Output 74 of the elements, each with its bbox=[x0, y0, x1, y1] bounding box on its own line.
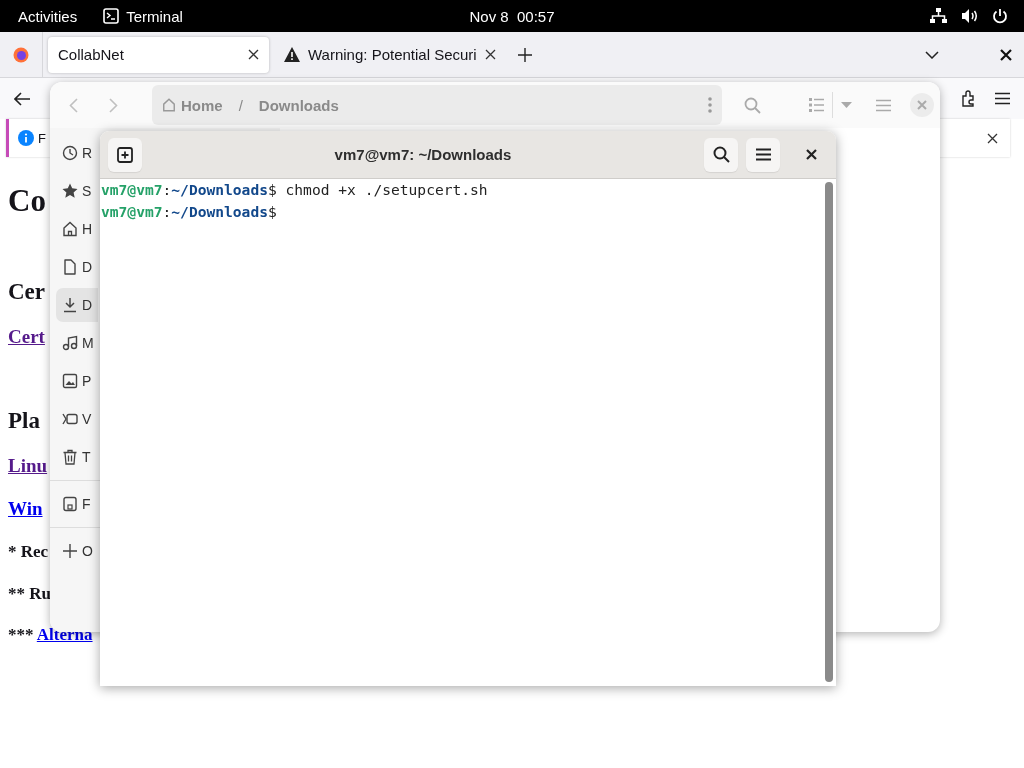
picture-icon bbox=[62, 373, 78, 389]
note-marker: *** bbox=[8, 625, 34, 644]
music-icon bbox=[62, 335, 78, 351]
prompt-sign: $ bbox=[267, 180, 277, 200]
prompt-sign: $ bbox=[267, 202, 277, 222]
terminal-icon[interactable] bbox=[103, 8, 120, 24]
info-icon bbox=[18, 130, 34, 146]
page-heading: Co bbox=[8, 182, 46, 220]
sidebar-item[interactable]: S bbox=[56, 174, 98, 208]
clock-icon bbox=[62, 145, 78, 161]
close-icon bbox=[805, 149, 817, 160]
browser-tab[interactable]: CollabNet bbox=[48, 36, 269, 73]
video-icon bbox=[62, 411, 78, 427]
volume-icon[interactable] bbox=[961, 8, 978, 24]
download-link[interactable]: Win bbox=[8, 498, 43, 519]
prompt-path: ~/Downloads bbox=[171, 180, 268, 200]
close-icon[interactable] bbox=[1000, 48, 1012, 61]
note-text: * Rec bbox=[8, 541, 49, 563]
close-icon[interactable] bbox=[484, 49, 496, 60]
command-text: chmod +x ./setupcert.sh bbox=[284, 180, 488, 200]
sidebar-item[interactable]: O bbox=[56, 534, 98, 568]
power-icon[interactable] bbox=[992, 8, 1008, 24]
breadcrumb-separator: / bbox=[238, 96, 243, 114]
document-icon bbox=[62, 259, 78, 275]
prompt-colon: : bbox=[162, 202, 172, 222]
download-link[interactable]: Alterna bbox=[36, 625, 93, 644]
browser-logo-icon[interactable] bbox=[13, 46, 29, 63]
search-icon bbox=[712, 146, 730, 163]
sidebar-item[interactable]: H bbox=[56, 212, 98, 246]
warning-icon bbox=[284, 47, 300, 62]
network-icon[interactable] bbox=[930, 8, 947, 24]
star-icon bbox=[62, 183, 78, 199]
new-tab-icon[interactable] bbox=[517, 47, 532, 62]
back-arrow-icon[interactable] bbox=[14, 91, 31, 106]
home-icon bbox=[162, 98, 176, 112]
notification-text: F bbox=[38, 130, 46, 146]
section-heading: Pla bbox=[8, 407, 40, 435]
window-title: vm7@vm7: ~/Downloads bbox=[333, 146, 513, 163]
new-tab-button[interactable] bbox=[108, 137, 142, 172]
close-icon[interactable] bbox=[987, 132, 998, 144]
sidebar-item[interactable]: D bbox=[56, 250, 98, 284]
plus-box-icon bbox=[117, 146, 133, 163]
prompt-colon: : bbox=[162, 180, 172, 200]
prompt-user: vm7@vm7 bbox=[101, 180, 163, 200]
sidebar-item[interactable]: F bbox=[56, 487, 98, 521]
extensions-icon[interactable] bbox=[960, 90, 977, 107]
close-icon[interactable] bbox=[248, 49, 259, 60]
drive-icon bbox=[62, 496, 78, 512]
search-button[interactable] bbox=[704, 137, 738, 172]
scrollbar[interactable] bbox=[825, 182, 833, 682]
menu-icon[interactable] bbox=[995, 92, 1010, 105]
activities-button[interactable]: Activities bbox=[18, 7, 78, 25]
download-icon bbox=[62, 297, 78, 313]
menu-icon bbox=[755, 148, 771, 161]
trash-icon bbox=[62, 449, 78, 465]
sidebar-item[interactable]: P bbox=[56, 364, 98, 398]
menu-button[interactable] bbox=[746, 137, 780, 172]
clock[interactable]: Nov 8 00:57 bbox=[469, 7, 555, 25]
sidebar-item[interactable]: R bbox=[56, 136, 98, 170]
download-link[interactable]: Cert bbox=[8, 326, 45, 347]
sidebar-item[interactable]: D bbox=[56, 288, 98, 322]
app-menu-label[interactable]: Terminal bbox=[126, 7, 183, 25]
sidebar-item[interactable]: T bbox=[56, 440, 98, 474]
sidebar-item[interactable]: M bbox=[56, 326, 98, 360]
prompt-path: ~/Downloads bbox=[171, 202, 268, 222]
download-link[interactable]: Linu bbox=[8, 455, 48, 476]
chevron-down-icon[interactable] bbox=[925, 50, 939, 59]
note-text: ** Ru bbox=[8, 583, 51, 605]
prompt-user: vm7@vm7 bbox=[101, 202, 163, 222]
section-heading: Cer bbox=[8, 278, 46, 306]
home-icon bbox=[62, 221, 78, 237]
browser-tab[interactable]: Warning: Potential Securi bbox=[274, 36, 506, 73]
sidebar-item[interactable]: V bbox=[56, 402, 98, 436]
plus-icon bbox=[62, 543, 78, 559]
